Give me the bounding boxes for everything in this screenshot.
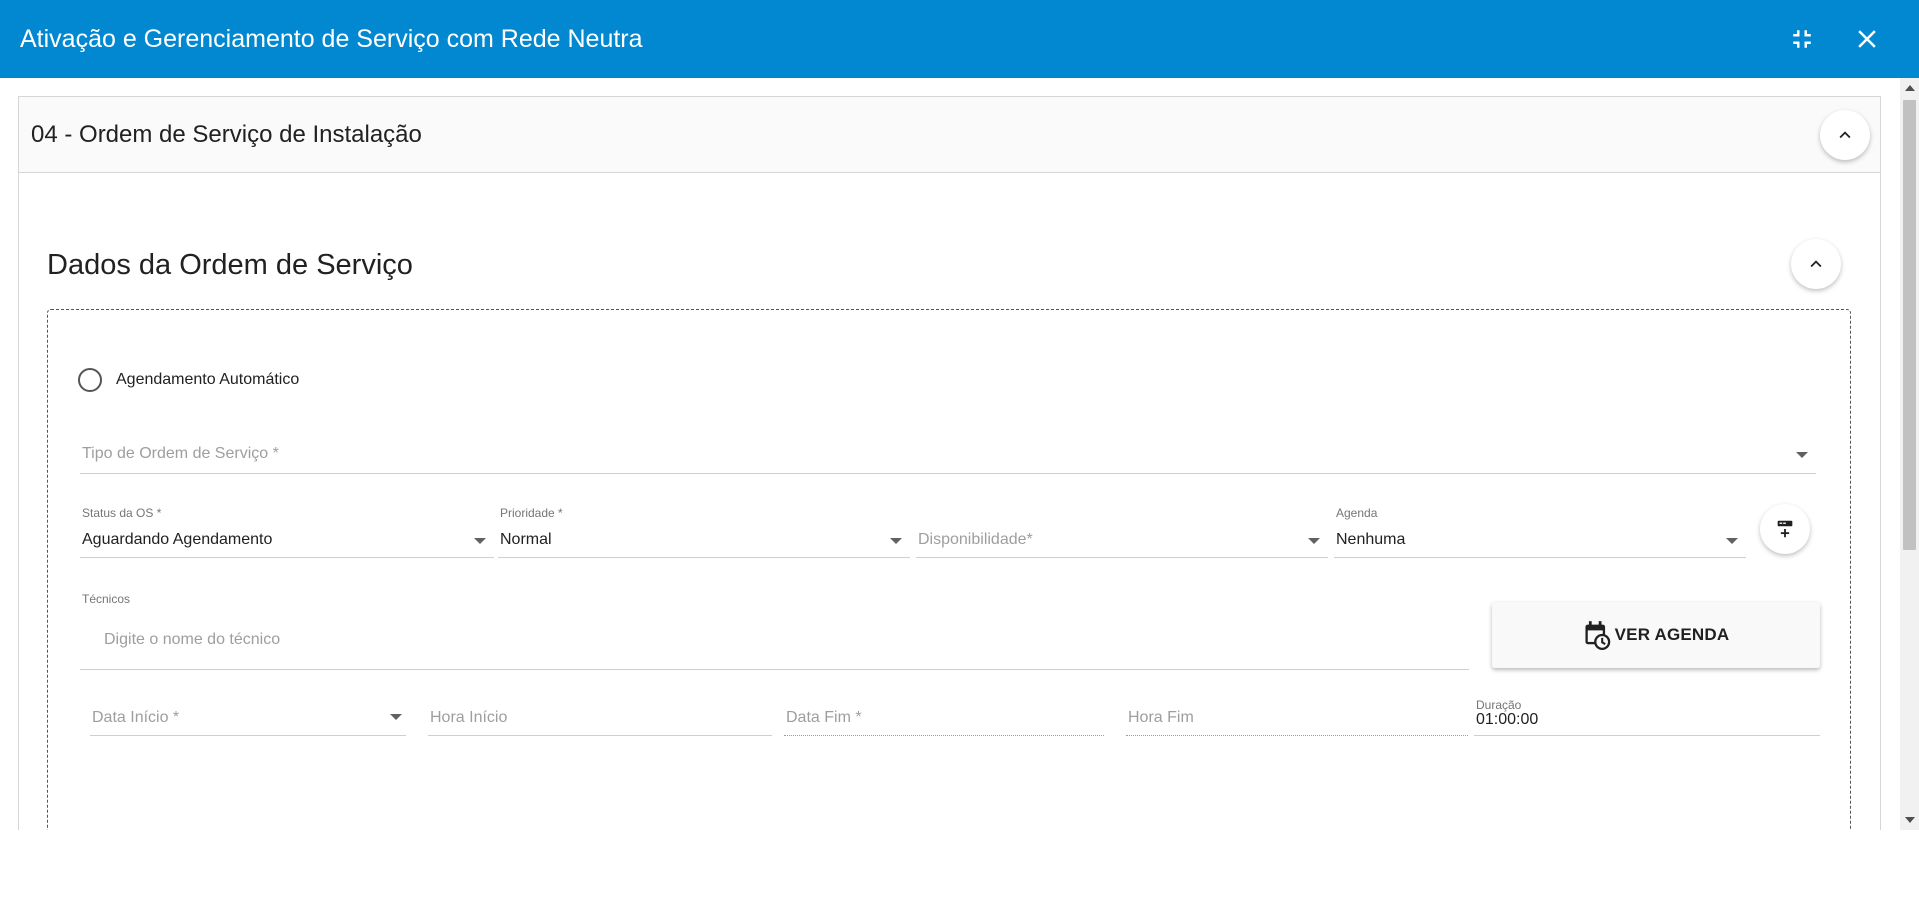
auto-schedule-label: Agendamento Automático: [116, 371, 300, 388]
window-title: Ativação e Gerenciamento de Serviço com …: [20, 25, 643, 53]
view-agenda-label: VER AGENDA: [1614, 625, 1730, 644]
chevron-up-icon: [1810, 260, 1822, 268]
form-container: [47, 309, 1851, 830]
duration-value: 01:00:00: [1476, 711, 1539, 728]
calendar-clock-icon: [1585, 621, 1610, 650]
start-time-placeholder: Hora Início: [430, 709, 508, 726]
app-window: Ativação e Gerenciamento de Serviço com …: [0, 0, 1919, 904]
service-order-type-select[interactable]: Tipo de Ordem de Serviço *: [80, 440, 1816, 474]
technicians-label: Técnicos: [82, 592, 131, 606]
panel-header[interactable]: 04 - Ordem de Serviço de Instalação: [19, 97, 1880, 173]
priority-label: Prioridade *: [500, 506, 563, 520]
start-time-input[interactable]: Hora Início: [428, 700, 772, 736]
availability-placeholder: Disponibilidade*: [918, 531, 1033, 548]
end-date-placeholder: Data Fim *: [786, 709, 862, 726]
os-status-select[interactable]: Status da OS * Aguardando Agendamento: [80, 506, 494, 558]
chevron-down-icon: [1726, 538, 1738, 544]
chevron-down-icon: [390, 714, 402, 720]
os-status-label: Status da OS *: [82, 506, 162, 520]
add-agenda-icon: [1777, 520, 1793, 538]
chevron-down-icon: [1796, 452, 1808, 458]
content-viewport: 04 - Ordem de Serviço de Instalação Dado…: [0, 78, 1919, 830]
section-collapse-button[interactable]: [1791, 239, 1841, 289]
auto-schedule-radio[interactable]: [78, 368, 102, 392]
chevron-down-icon: [890, 538, 902, 544]
service-order-type-placeholder: Tipo de Ordem de Serviço *: [82, 445, 279, 462]
agenda-label: Agenda: [1336, 506, 1378, 520]
priority-value: Normal: [500, 531, 552, 548]
agenda-value: Nenhuma: [1336, 531, 1406, 548]
agenda-select[interactable]: Agenda Nenhuma: [1334, 506, 1746, 558]
add-agenda-button[interactable]: [1760, 504, 1810, 554]
section-title: Dados da Ordem de Serviço: [47, 249, 413, 281]
chevron-down-icon: [474, 538, 486, 544]
close-icon[interactable]: [1852, 24, 1882, 54]
start-date-placeholder: Data Início *: [92, 709, 180, 726]
end-time-input[interactable]: Hora Fim: [1126, 700, 1468, 736]
os-status-value: Aguardando Agendamento: [82, 531, 273, 548]
end-date-input[interactable]: Data Fim *: [784, 700, 1104, 736]
chevron-up-icon: [1839, 131, 1851, 139]
availability-select[interactable]: Disponibilidade*: [916, 506, 1328, 558]
start-date-input[interactable]: Data Início *: [90, 700, 406, 736]
panel-collapse-button[interactable]: [1820, 110, 1870, 160]
duration-input[interactable]: Duração 01:00:00: [1474, 698, 1820, 736]
scroll-up-icon[interactable]: [1905, 85, 1915, 91]
fullscreen-exit-icon[interactable]: [1787, 24, 1817, 54]
technicians-input[interactable]: Técnicos Digite o nome do técnico: [80, 592, 1469, 670]
technicians-placeholder: Digite o nome do técnico: [104, 631, 281, 648]
panel-title: 04 - Ordem de Serviço de Instalação: [31, 121, 422, 148]
chevron-down-icon: [1308, 538, 1320, 544]
title-bar: Ativação e Gerenciamento de Serviço com …: [0, 0, 1919, 78]
view-agenda-button[interactable]: VER AGENDA: [1492, 602, 1820, 668]
vertical-scrollbar[interactable]: [1900, 78, 1919, 830]
scroll-down-icon[interactable]: [1905, 817, 1915, 823]
scrollbar-thumb[interactable]: [1903, 100, 1916, 550]
priority-select[interactable]: Prioridade * Normal: [498, 506, 910, 558]
end-time-placeholder: Hora Fim: [1128, 709, 1194, 726]
